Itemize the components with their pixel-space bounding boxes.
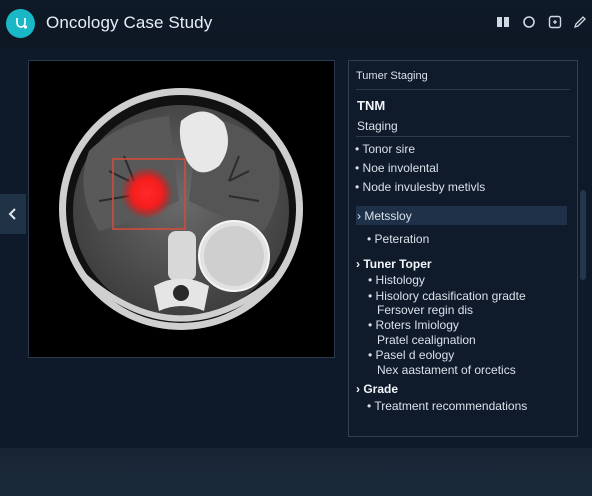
- list-item[interactable]: Fersover regin dis: [377, 303, 473, 317]
- previous-button[interactable]: [0, 194, 26, 234]
- app-header: Oncology Case Study: [0, 0, 592, 48]
- staging-panel: [348, 60, 578, 437]
- pen-icon[interactable]: [573, 15, 587, 29]
- list-item[interactable]: • Roters Imiology: [368, 318, 459, 332]
- list-item-selected[interactable]: › Metssloy: [357, 209, 412, 223]
- panel-scrollbar[interactable]: [580, 190, 586, 280]
- list-section[interactable]: › Tuner Toper: [356, 257, 432, 271]
- panel-section-title: Tumer Staging: [356, 70, 428, 82]
- circle-icon[interactable]: [522, 15, 536, 29]
- ct-scan-image: [59, 88, 303, 330]
- list-section[interactable]: › Grade: [356, 382, 398, 396]
- footer-bar: [0, 448, 592, 496]
- expand-icon[interactable]: [548, 15, 562, 29]
- list-item[interactable]: • Histology: [368, 273, 425, 287]
- layers-icon[interactable]: [496, 15, 510, 29]
- divider: [356, 89, 570, 90]
- page-title: Oncology Case Study: [46, 13, 213, 32]
- chevron-left-icon: [8, 208, 16, 220]
- list-item[interactable]: • Hisolory cdasification gradte: [368, 289, 526, 303]
- list-item[interactable]: • Tonor sire: [355, 142, 415, 156]
- list-item[interactable]: • Node invulesby metivls: [355, 180, 485, 194]
- tumor-highlight: [121, 167, 173, 219]
- staging-subheading: Staging: [357, 119, 398, 133]
- tnm-heading: TNM: [357, 98, 386, 113]
- list-item[interactable]: • Noe involental: [355, 161, 439, 175]
- ct-scan-viewer[interactable]: [28, 60, 335, 358]
- stethoscope-icon[interactable]: [6, 9, 35, 38]
- divider: [356, 136, 570, 137]
- list-item[interactable]: • Pasel d eology: [368, 348, 454, 362]
- list-item[interactable]: Nex aastament of orcetics: [377, 363, 516, 377]
- list-item[interactable]: Pratel cealignation: [377, 333, 476, 347]
- list-item[interactable]: • Treatment recommendations: [367, 399, 527, 413]
- list-item[interactable]: • Peteration: [367, 232, 429, 246]
